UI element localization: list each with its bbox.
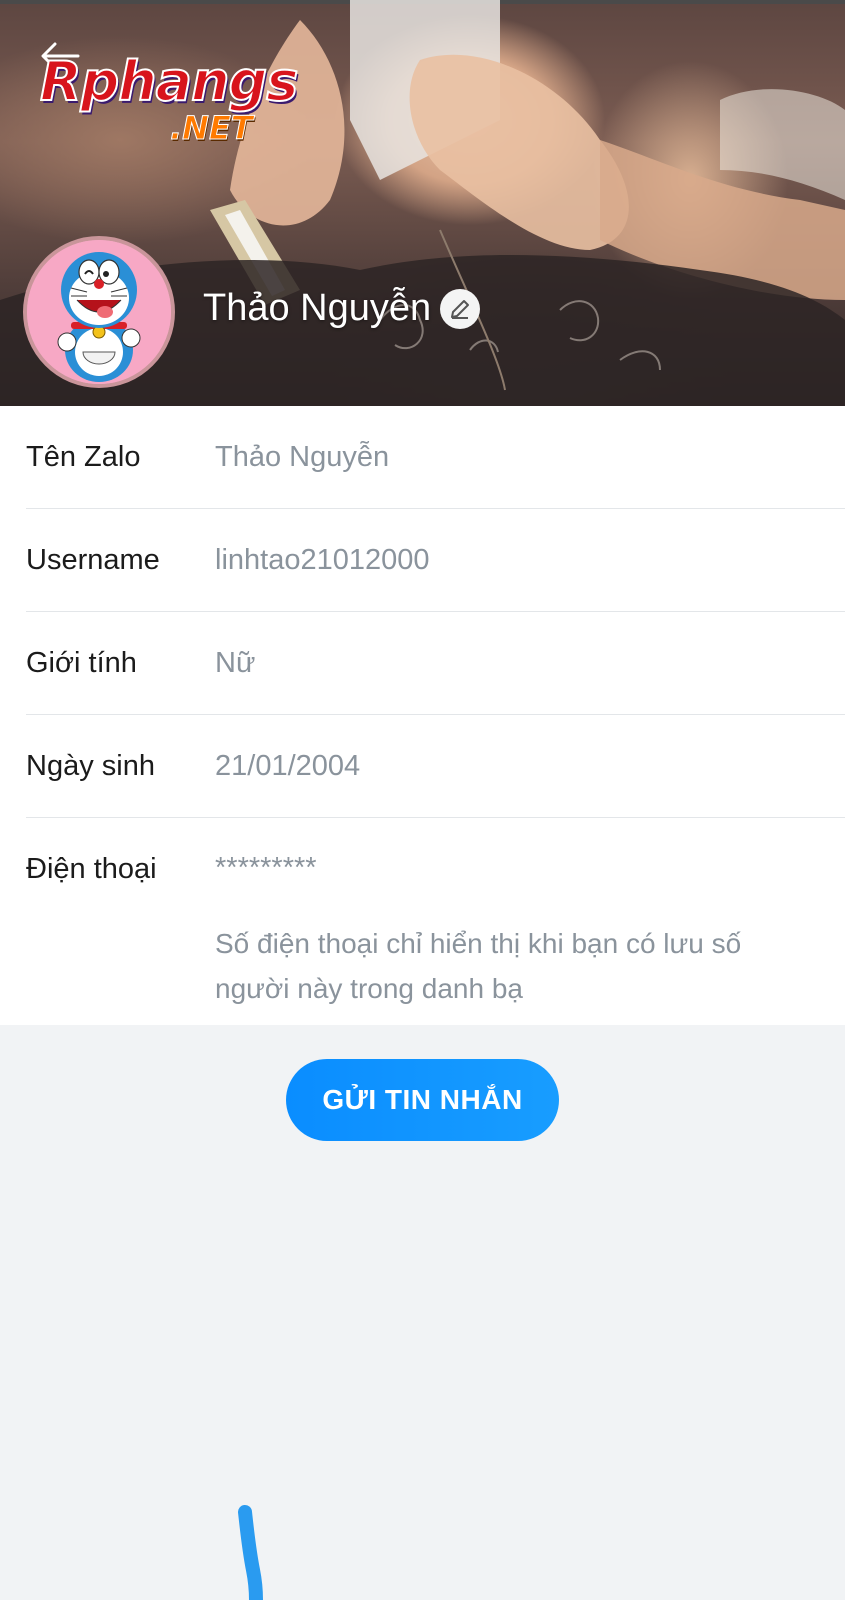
info-value: Thảo Nguyễn [215, 441, 390, 473]
edit-name-button[interactable] [440, 289, 480, 329]
blue-scribble-mark [238, 1505, 263, 1600]
info-label: Tên Zalo [26, 441, 141, 473]
info-label: Ngày sinh [26, 750, 155, 782]
info-row-zalo-name: Tên Zalo Thảo Nguyễn [0, 406, 845, 509]
info-row-birthday: Ngày sinh 21/01/2004 [0, 715, 845, 818]
info-value: 21/01/2004 [215, 750, 361, 782]
profile-name: Thảo Nguyễn [203, 287, 432, 329]
info-label: Username [26, 544, 160, 576]
send-message-button[interactable]: GỬI TIN NHẮN [286, 1059, 559, 1141]
watermark-main-text: Rphangs [39, 50, 299, 113]
info-row-username: Username linhtao21012000 [0, 509, 845, 612]
profile-info-section: Tên Zalo Thảo Nguyễn Username linhtao210… [0, 406, 845, 1025]
info-label: Giới tính [26, 647, 137, 679]
info-value: Nữ [215, 647, 256, 679]
doraemon-avatar [27, 240, 171, 384]
avatar[interactable] [23, 236, 175, 388]
watermark-logo: Rphangs .NET [39, 50, 300, 152]
phone-visibility-note: Số điện thoại chỉ hiển thị khi bạn có lư… [215, 928, 742, 1004]
info-label: Điện thoại [26, 853, 157, 885]
cover-photo[interactable]: Rphangs .NET Thảo Nguyễn [0, 0, 845, 406]
info-value: ********* [215, 852, 317, 884]
watermark-suffix-text: .NET [170, 109, 254, 147]
info-value: linhtao21012000 [215, 544, 430, 576]
pencil-icon [451, 300, 469, 319]
info-row-gender: Giới tính Nữ [0, 612, 845, 715]
